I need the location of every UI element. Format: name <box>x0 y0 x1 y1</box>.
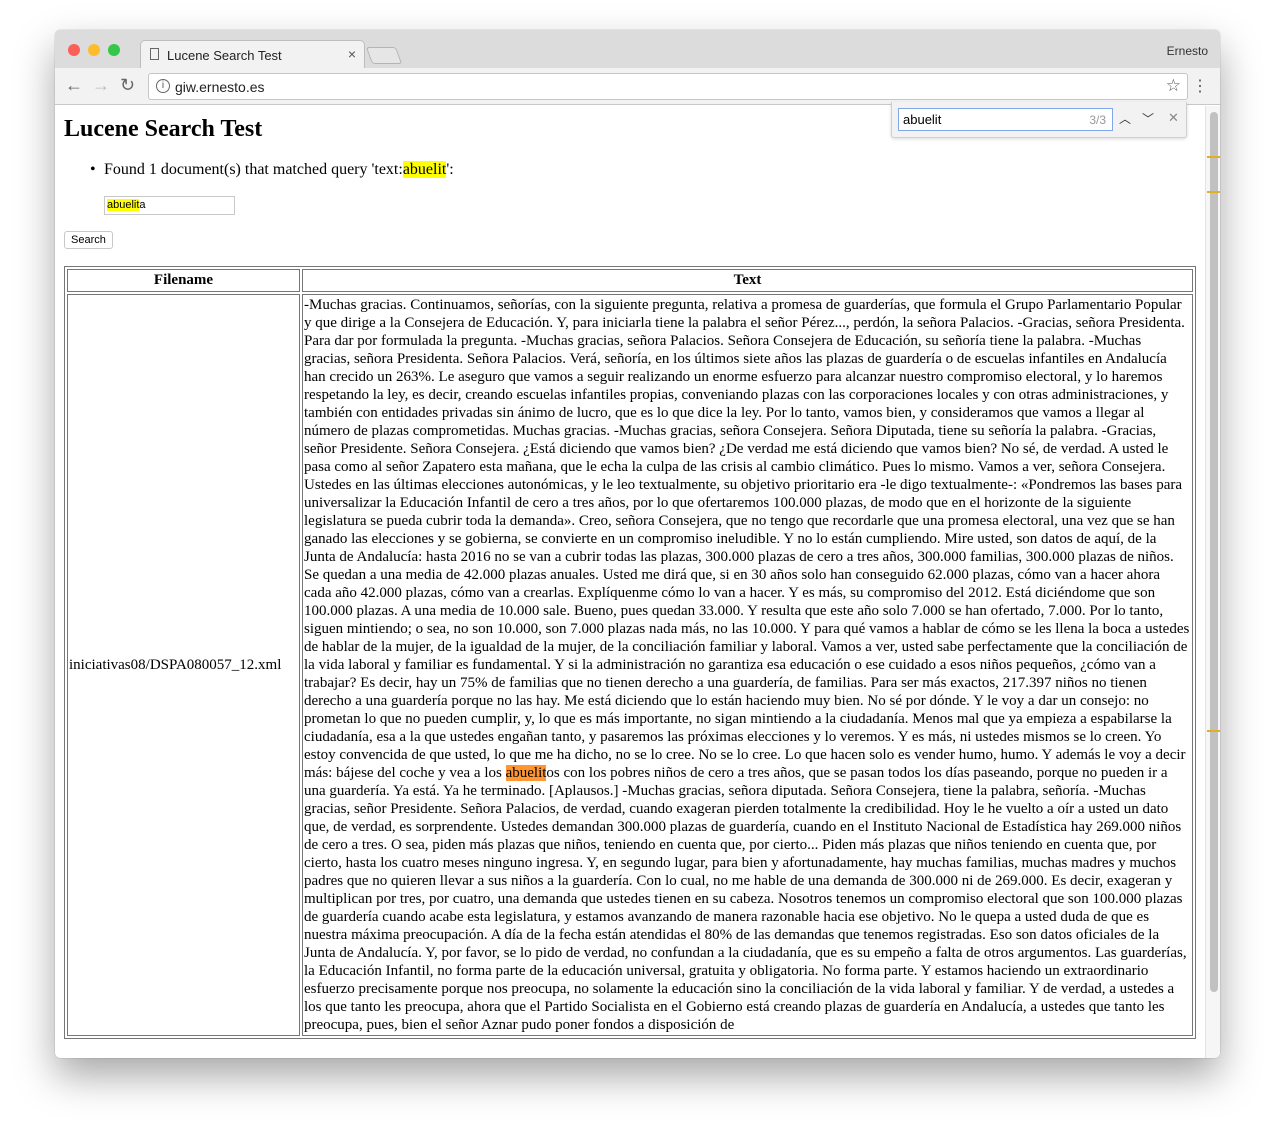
address-bar[interactable]: i giw.ernesto.es ☆ <box>148 73 1188 100</box>
result-prefix: Found 1 document(s) that matched query '… <box>104 161 403 178</box>
scrollbar-thumb[interactable] <box>1210 112 1218 992</box>
find-close-icon[interactable]: ✕ <box>1168 110 1179 126</box>
find-current-match: abuelit <box>505 765 547 781</box>
menu-icon[interactable]: ⋮ <box>1192 76 1208 96</box>
search-input[interactable]: abuelita <box>104 196 235 215</box>
browser-window: Lucene Search Test × Ernesto ← → ↻ i giw… <box>55 30 1220 1058</box>
bookmark-star-icon[interactable]: ☆ <box>1166 76 1181 96</box>
result-suffix: ': <box>446 161 454 178</box>
forward-icon[interactable]: → <box>92 75 110 96</box>
minimize-window-button[interactable] <box>88 44 100 56</box>
text-cell: -Muchas gracias. Continuamos, señorías, … <box>302 294 1193 1036</box>
find-match-marker <box>1207 156 1220 158</box>
find-input[interactable]: abuelit 3/3 <box>898 108 1113 131</box>
page-content: Lucene Search Test Found 1 document(s) t… <box>55 106 1205 1058</box>
zoom-window-button[interactable] <box>108 44 120 56</box>
find-bar: abuelit 3/3 ︿ ﹀ ✕ <box>891 102 1187 138</box>
results-table: Filename Text iniciativas08/DSPA080057_1… <box>64 266 1196 1039</box>
back-icon[interactable]: ← <box>65 75 83 96</box>
text-after: os con los pobres niños de cero a tres a… <box>304 765 1187 1033</box>
profile-name[interactable]: Ernesto <box>1167 44 1208 58</box>
search-input-match: abuelit <box>107 199 140 211</box>
find-next-icon[interactable]: ﹀ <box>1137 108 1159 131</box>
tab-bar: Lucene Search Test × Ernesto <box>55 30 1220 69</box>
close-window-button[interactable] <box>68 44 80 56</box>
find-count: 3/3 <box>1089 113 1106 127</box>
reload-icon[interactable]: ↻ <box>120 75 135 96</box>
tab-lucene-search-test[interactable]: Lucene Search Test × <box>140 40 365 69</box>
page-title: Lucene Search Test <box>64 116 263 142</box>
result-term: abuelit <box>402 161 447 178</box>
header-filename: Filename <box>67 269 300 292</box>
url-text[interactable]: giw.ernesto.es <box>175 79 265 95</box>
table-header-row: Filename Text <box>67 269 1193 292</box>
close-tab-icon[interactable]: × <box>348 46 356 62</box>
table-row: iniciativas08/DSPA080057_12.xml -Muchas … <box>67 294 1193 1036</box>
vertical-scrollbar[interactable] <box>1205 106 1220 1058</box>
tab-title: Lucene Search Test <box>167 48 282 63</box>
text-before: -Muchas gracias. Continuamos, señorías, … <box>304 297 1190 781</box>
new-tab-button[interactable] <box>365 47 403 64</box>
page-icon <box>150 48 159 60</box>
browser-toolbar: ← → ↻ i giw.ernesto.es ☆ ⋮ <box>55 68 1220 105</box>
search-input-rest: a <box>139 199 146 211</box>
result-summary: Found 1 document(s) that matched query '… <box>90 161 454 179</box>
filename-cell: iniciativas08/DSPA080057_12.xml <box>67 294 300 1036</box>
find-match-marker <box>1207 191 1220 193</box>
find-query: abuelit <box>903 112 942 127</box>
find-previous-icon[interactable]: ︿ <box>1114 108 1136 131</box>
header-text: Text <box>302 269 1193 292</box>
find-match-marker <box>1207 730 1220 732</box>
info-icon[interactable]: i <box>156 79 170 93</box>
search-button[interactable]: Search <box>64 231 113 249</box>
